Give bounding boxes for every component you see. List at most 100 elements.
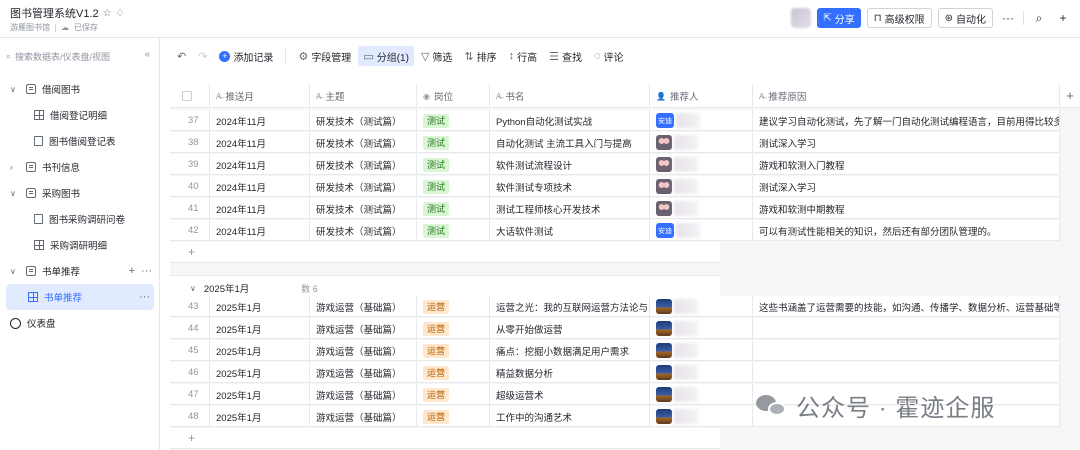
cell-role[interactable]: 运营 [417, 340, 490, 361]
cell-month[interactable]: 2024年11月 [210, 198, 310, 219]
sidebar-item-purchase-survey[interactable]: 图书采购调研问卷 [0, 206, 160, 232]
cell-book[interactable]: 从零开始做运营 [490, 318, 650, 339]
table-row[interactable]: 39 2024年11月 研发技术（测试篇） 测试 软件测试流程设计 游戏和软测入门教程 [170, 154, 1060, 175]
table-row[interactable]: 44 2025年1月 游戏运营（基础篇） 运营 从零开始做运营 [170, 318, 1060, 339]
add-column-button[interactable]: + [1060, 84, 1080, 108]
sidebar-item-borrow-books[interactable]: ∨ 借阅图书 [0, 76, 160, 102]
more-icon[interactable]: ··· [999, 8, 1017, 28]
add-row-button[interactable]: + [170, 242, 720, 263]
automation-button[interactable]: ⊛ 自动化 [937, 8, 993, 28]
cell-recommender[interactable] [650, 296, 753, 317]
add-record-button[interactable]: + 添加记录 [214, 46, 278, 66]
cell-role[interactable]: 测试 [417, 176, 490, 197]
table-row[interactable]: 43 2025年1月 游戏运营（基础篇） 运营 运营之光：我的互联网运营方法论与... 这… [170, 296, 1060, 317]
select-all-checkbox[interactable] [182, 91, 192, 101]
redo-button[interactable]: ↷ [193, 46, 212, 66]
column-header-reason[interactable]: A̶ 推荐原因 [753, 84, 1060, 108]
cell-recommender[interactable]: 安迪 [650, 110, 753, 131]
sidebar-item-borrow-form[interactable]: 图书借阅登记表 [0, 128, 160, 154]
table-row[interactable]: 37 2024年11月 研发技术（测试篇） 测试 Python自动化测试实战 安迪 建议学习… [170, 110, 1060, 131]
chevron-down-icon[interactable]: ∨ [10, 267, 20, 276]
cell-book[interactable]: 精益数据分析 [490, 362, 650, 383]
cell-topic[interactable]: 研发技术（测试篇） [310, 132, 417, 153]
more-icon[interactable]: ··· [141, 265, 152, 277]
cell-topic[interactable]: 游戏运营（基础篇） [310, 340, 417, 361]
collapse-sidebar-icon[interactable]: « [144, 49, 150, 60]
row-number[interactable]: 41 [170, 198, 210, 219]
cell-role[interactable]: 测试 [417, 198, 490, 219]
cell-topic[interactable]: 研发技术（测试篇） [310, 154, 417, 175]
table-row[interactable]: 46 2025年1月 游戏运营（基础篇） 运营 精益数据分析 [170, 362, 1060, 383]
cell-month[interactable]: 2025年1月 [210, 318, 310, 339]
cell-month[interactable]: 2024年11月 [210, 154, 310, 175]
app-title[interactable]: 图书管理系统V1.2 [10, 5, 99, 21]
row-number[interactable]: 40 [170, 176, 210, 197]
cell-recommender[interactable] [650, 362, 753, 383]
row-number[interactable]: 38 [170, 132, 210, 153]
table-row[interactable]: 38 2024年11月 研发技术（测试篇） 测试 自动化测试 主流工具入门与提高 测试深入… [170, 132, 1060, 153]
cell-month[interactable]: 2024年11月 [210, 220, 310, 241]
row-number[interactable]: 37 [170, 110, 210, 131]
cell-reason[interactable] [753, 362, 1060, 383]
cell-topic[interactable]: 研发技术（测试篇） [310, 198, 417, 219]
cell-month[interactable]: 2025年1月 [210, 340, 310, 361]
column-header-topic[interactable]: A̶ 主题 [310, 84, 417, 108]
cell-recommender[interactable] [650, 406, 753, 427]
cell-recommender[interactable] [650, 340, 753, 361]
row-number[interactable]: 42 [170, 220, 210, 241]
chevron-down-icon[interactable]: ∨ [10, 85, 20, 94]
cell-role[interactable]: 测试 [417, 132, 490, 153]
cell-topic[interactable]: 游戏运营（基础篇） [310, 296, 417, 317]
row-number[interactable]: 45 [170, 340, 210, 361]
filter-button[interactable]: ▽ 筛选 [416, 46, 457, 66]
sidebar-item-booklist-view[interactable]: 书单推荐 ··· [6, 284, 154, 310]
row-number[interactable]: 39 [170, 154, 210, 175]
chevron-right-icon[interactable]: › [10, 163, 20, 172]
sort-button[interactable]: ⇅ 排序 [459, 46, 501, 66]
row-number[interactable]: 44 [170, 318, 210, 339]
cell-reason[interactable]: 测试深入学习 [753, 176, 1060, 197]
cell-book[interactable]: 软件测试流程设计 [490, 154, 650, 175]
cell-role[interactable]: 运营 [417, 384, 490, 405]
cell-month[interactable]: 2025年1月 [210, 362, 310, 383]
cell-recommender[interactable] [650, 318, 753, 339]
undo-button[interactable]: ↶ [172, 46, 191, 66]
cell-topic[interactable]: 游戏运营（基础篇） [310, 318, 417, 339]
avatar[interactable] [791, 8, 812, 28]
search-icon[interactable]: ⌕ [1030, 8, 1048, 28]
cell-book[interactable]: Python自动化测试实战 [490, 110, 650, 131]
cell-role[interactable]: 测试 [417, 220, 490, 241]
advanced-permission-button[interactable]: ⊓ 高级权限 [866, 8, 932, 28]
table-row[interactable]: 40 2024年11月 研发技术（测试篇） 测试 软件测试专项技术 测试深入学习 [170, 176, 1060, 197]
cell-reason[interactable]: 这些书涵盖了运营需要的技能，如沟通、传播学、数据分析、运营基础等... [753, 296, 1060, 317]
table-row[interactable]: 45 2025年1月 游戏运营（基础篇） 运营 痛点：挖掘小数据满足用户需求 [170, 340, 1060, 361]
table-row[interactable]: 42 2024年11月 研发技术（测试篇） 测试 大话软件测试 安迪 可以有测试性能相关的知… [170, 220, 1060, 241]
cell-role[interactable]: 运营 [417, 406, 490, 427]
cell-recommender[interactable]: 安迪 [650, 220, 753, 241]
cell-recommender[interactable] [650, 132, 753, 153]
cell-book[interactable]: 软件测试专项技术 [490, 176, 650, 197]
cell-recommender[interactable] [650, 176, 753, 197]
cell-role[interactable]: 运营 [417, 318, 490, 339]
cell-book[interactable]: 工作中的沟通艺术 [490, 406, 650, 427]
chevron-down-icon[interactable]: ∨ [190, 284, 196, 293]
sidebar-item-borrow-detail[interactable]: 借阅登记明细 [0, 102, 160, 128]
add-icon[interactable]: + [1054, 8, 1072, 28]
table-row[interactable]: 41 2024年11月 研发技术（测试篇） 测试 测试工程师核心开发技术 游戏和软测中期教… [170, 198, 1060, 219]
column-header-recommender[interactable]: 👤 推荐人 [650, 84, 753, 108]
add-row-button[interactable]: + [170, 428, 720, 449]
cell-role[interactable]: 运营 [417, 296, 490, 317]
sidebar-item-book-info[interactable]: › 书刊信息 [0, 154, 160, 180]
more-icon[interactable]: ··· [139, 291, 150, 303]
cell-recommender[interactable] [650, 198, 753, 219]
sidebar-search-input[interactable]: ⌕ 搜索数据表/仪表盘/视图 « [6, 46, 154, 66]
cell-role[interactable]: 运营 [417, 362, 490, 383]
sidebar-item-booklist[interactable]: ∨ 书单推荐 + ··· [0, 258, 160, 284]
cell-reason[interactable]: 测试深入学习 [753, 132, 1060, 153]
cell-month[interactable]: 2025年1月 [210, 406, 310, 427]
row-height-button[interactable]: ↕ 行高 [504, 46, 543, 66]
add-icon[interactable]: + [129, 265, 135, 277]
sidebar-item-dashboard[interactable]: 仪表盘 [0, 310, 160, 336]
cell-topic[interactable]: 研发技术（测试篇） [310, 110, 417, 131]
cell-reason[interactable]: 可以有测试性能相关的知识，然后还有部分团队管理的。 [753, 220, 1060, 241]
